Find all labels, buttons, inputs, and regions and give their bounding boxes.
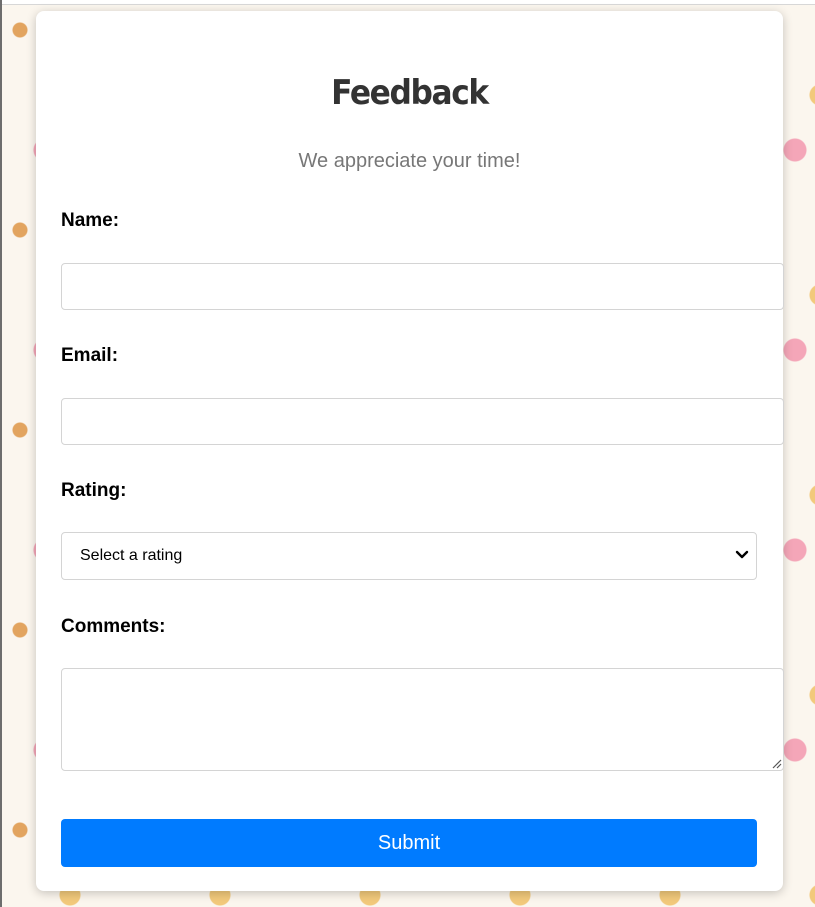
comments-label: Comments:	[61, 616, 166, 637]
rating-selected-value: Select a rating	[80, 547, 183, 564]
name-label: Name:	[61, 210, 120, 231]
rating-label: Rating:	[61, 480, 127, 501]
resize-handle-icon[interactable]	[772, 759, 782, 769]
submit-button[interactable]: Submit	[61, 819, 757, 867]
left-border	[0, 0, 2, 907]
chevron-down-icon	[735, 550, 749, 559]
rating-select[interactable]: Select a rating	[61, 532, 757, 580]
comments-wrapper	[61, 668, 784, 771]
page-title: Feedback	[331, 73, 489, 113]
email-label: Email:	[61, 345, 119, 366]
comments-textarea[interactable]	[61, 668, 784, 771]
name-input[interactable]	[61, 263, 784, 310]
top-border	[0, 0, 815, 5]
feedback-card: Feedback We appreciate your time! Name: …	[36, 11, 784, 891]
page-subtitle: We appreciate your time!	[298, 150, 521, 172]
email-input[interactable]	[61, 398, 784, 445]
